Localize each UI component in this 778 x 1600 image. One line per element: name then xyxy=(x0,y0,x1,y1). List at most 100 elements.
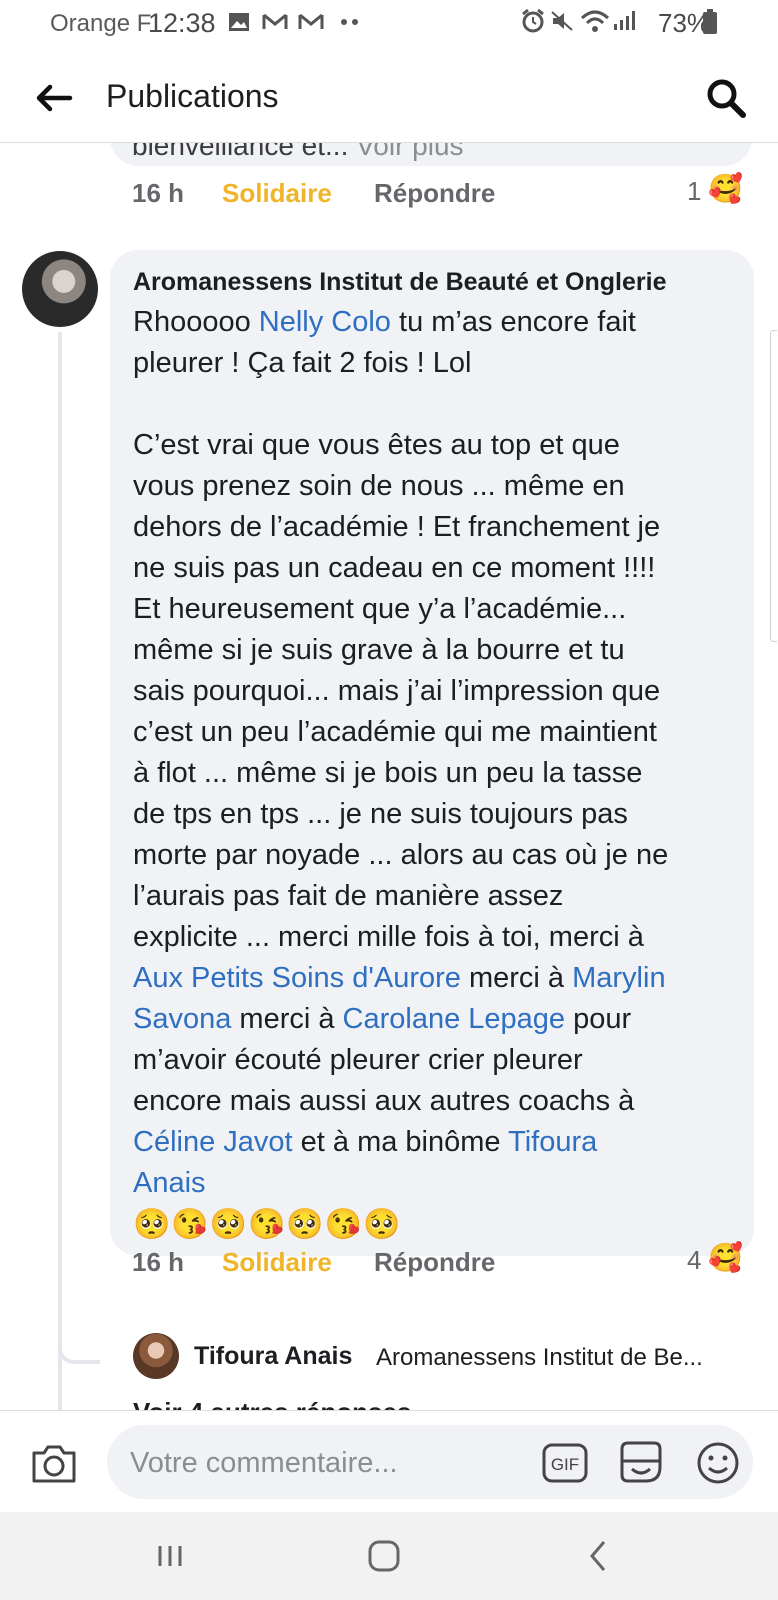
back-arrow-icon[interactable] xyxy=(34,78,74,118)
comment-line: Et heureusement que y’a l’académie... xyxy=(133,589,745,630)
comment-line: pleurer ! Ça fait 2 fois ! Lol xyxy=(133,343,745,384)
comment-text-segment: et à ma binôme xyxy=(292,1126,509,1158)
comment-input-placeholder: Votre commentaire... xyxy=(130,1447,398,1479)
comment-text-segment: C’est vrai que vous êtes au top et que xyxy=(133,429,620,461)
comment-text-segment: l’aurais pas fait de manière assez xyxy=(133,880,564,912)
comment-text-segment: même si je suis grave à la bourre et tu xyxy=(133,634,625,666)
mute-icon xyxy=(551,11,573,31)
comment-text-segment: c’est un peu l’académie qui me maintient xyxy=(133,716,657,748)
recent-apps-icon[interactable] xyxy=(140,1534,200,1578)
previous-comment-reaction-count[interactable]: 1 xyxy=(687,176,701,207)
comment-text-segment: ne suis pas un cadeau en ce moment !!!! xyxy=(133,552,656,584)
comment-text-segment: morte par noyade ... alors au cas où je … xyxy=(133,839,669,871)
comment-line: c’est un peu l’académie qui me maintient xyxy=(133,712,745,753)
reply-author[interactable]: Tifoura Anais xyxy=(194,1342,352,1371)
comment-text-segment: Et heureusement que y’a l’académie... xyxy=(133,593,627,625)
comment-line: l’aurais pas fait de manière assez xyxy=(133,876,745,917)
mention-link[interactable]: Carolane Lepage xyxy=(343,1003,566,1035)
mention-link[interactable]: Savona xyxy=(133,1003,231,1035)
comment-line: même si je suis grave à la bourre et tu xyxy=(133,630,745,671)
mention-link[interactable]: Anais xyxy=(133,1167,206,1199)
avatar[interactable] xyxy=(22,251,98,327)
comment-text-segment: explicite ... merci mille fois à toi, me… xyxy=(133,921,644,953)
camera-icon[interactable] xyxy=(30,1443,78,1485)
app-header: Publications xyxy=(0,60,778,140)
comment-text-segment: merci à xyxy=(231,1003,343,1035)
comment-text: Rhooooo Nelly Colo tu m’as encore fait pl… xyxy=(133,302,745,1245)
gif-label: GIF xyxy=(551,1455,579,1474)
comment-text-segment: pleurer ! Ça fait 2 fois ! Lol xyxy=(133,347,472,379)
reply-button[interactable]: Répondre xyxy=(374,1247,495,1278)
comment-line: vous prenez soin de nous ... même en xyxy=(133,466,745,507)
home-icon[interactable] xyxy=(354,1534,414,1578)
comment-line: C’est vrai que vous êtes au top et que xyxy=(133,425,745,466)
comment-line: Céline Javot et à ma binôme Tifoura xyxy=(133,1122,745,1163)
comment-line: Savona merci à Carolane Lepage pour xyxy=(133,999,745,1040)
previous-comment-time: 16 h xyxy=(132,178,185,208)
comment-text-segment: à flot ... même si je bois un peu la tas… xyxy=(133,757,643,789)
comment-line: Aux Petits Soins d'Aurore merci à Maryli… xyxy=(133,958,745,999)
reaction-count[interactable]: 4 xyxy=(687,1245,701,1276)
comment-text-segment: merci à xyxy=(460,962,573,994)
carrier-name: Orange F xyxy=(50,10,152,37)
comment-line: Rhooooo Nelly Colo tu m’as encore fait xyxy=(133,302,745,343)
scrollbar[interactable] xyxy=(770,330,777,642)
mention-link[interactable]: Céline Javot xyxy=(133,1126,293,1158)
status-time: 12:38 xyxy=(148,8,216,38)
gif-icon[interactable]: GIF xyxy=(542,1443,588,1483)
reply-avatar[interactable] xyxy=(133,1333,179,1379)
emoji-row: 🥺😘🥺😘🥺😘🥺 xyxy=(133,1208,402,1241)
gallery-notification-icon xyxy=(229,13,249,31)
comment-line xyxy=(133,384,745,425)
comment-line: Anais xyxy=(133,1163,745,1204)
gmail-notification-icon xyxy=(262,13,288,29)
alarm-icon xyxy=(522,8,544,33)
comment-time: 16 h xyxy=(132,1247,185,1277)
search-icon[interactable] xyxy=(704,76,748,120)
like-button[interactable]: Solidaire xyxy=(222,1247,332,1278)
thread-branch xyxy=(58,1330,100,1364)
mention-link[interactable]: Marylin xyxy=(572,962,665,994)
comment-text-segment: encore mais aussi aux autres coachs à xyxy=(133,1085,635,1117)
comment-line: sais pourquoi... mais j’ai l’impression … xyxy=(133,671,745,712)
previous-comment-reaction-emoji: 🥰 xyxy=(708,173,743,204)
comment-text-segment: vous prenez soin de nous ... même en xyxy=(133,470,625,502)
comment-text-segment: m’avoir écouté pleurer crier pleurer xyxy=(133,1044,583,1076)
reply-text[interactable]: Aromanessens Institut de Be... xyxy=(376,1344,703,1372)
more-notifications-icon xyxy=(341,19,358,25)
status-bar: Orange F 12:38 73% xyxy=(0,0,778,46)
back-nav-icon[interactable] xyxy=(568,1534,628,1578)
comment-line: dehors de l’académie ! Et franchement je xyxy=(133,507,745,548)
mention-link[interactable]: Tifoura xyxy=(508,1126,597,1158)
comment-text-segment: sais pourquoi... mais j’ai l’impression … xyxy=(133,675,661,707)
comment-author[interactable]: Aromanessens Institut de Beauté et Ongle… xyxy=(133,268,666,297)
comment-line: m’avoir écouté pleurer crier pleurer xyxy=(133,1040,745,1081)
signal-icon xyxy=(614,11,635,30)
comment-line: à flot ... même si je bois un peu la tas… xyxy=(133,753,745,794)
thread-line xyxy=(58,332,62,1412)
comment-text-segment: Rhooooo xyxy=(133,306,259,338)
sticker-icon[interactable] xyxy=(618,1439,664,1485)
reaction-emoji: 🥰 xyxy=(708,1242,743,1273)
mention-link[interactable]: Nelly Colo xyxy=(259,306,391,338)
emoji-icon[interactable] xyxy=(696,1441,740,1485)
comment-line: explicite ... merci mille fois à toi, me… xyxy=(133,917,745,958)
battery-icon xyxy=(703,9,717,34)
comment-text-segment: tu m’as encore fait xyxy=(390,306,636,338)
comment-text-segment: pour xyxy=(565,1003,632,1035)
gmail-notification-icon-2 xyxy=(298,13,324,29)
comment-composer: Votre commentaire... GIF xyxy=(0,1410,778,1511)
comment-line: morte par noyade ... alors au cas où je … xyxy=(133,835,745,876)
comment-line: de tps en tps ... je ne suis toujours pa… xyxy=(133,794,745,835)
mention-link[interactable]: Aux Petits Soins d'Aurore xyxy=(133,962,461,994)
system-nav-bar xyxy=(0,1512,778,1600)
comment-line: ne suis pas un cadeau en ce moment !!!! xyxy=(133,548,745,589)
header-divider xyxy=(0,142,778,143)
wifi-icon xyxy=(580,10,610,32)
comment-line: encore mais aussi aux autres coachs à xyxy=(133,1081,745,1122)
comment-text-segment: dehors de l’académie ! Et franchement je xyxy=(133,511,661,543)
previous-comment-reply-button[interactable]: Répondre xyxy=(374,178,495,209)
previous-comment-like-button[interactable]: Solidaire xyxy=(222,178,332,209)
comment-text-segment: de tps en tps ... je ne suis toujours pa… xyxy=(133,798,628,830)
page-title: Publications xyxy=(106,78,279,114)
